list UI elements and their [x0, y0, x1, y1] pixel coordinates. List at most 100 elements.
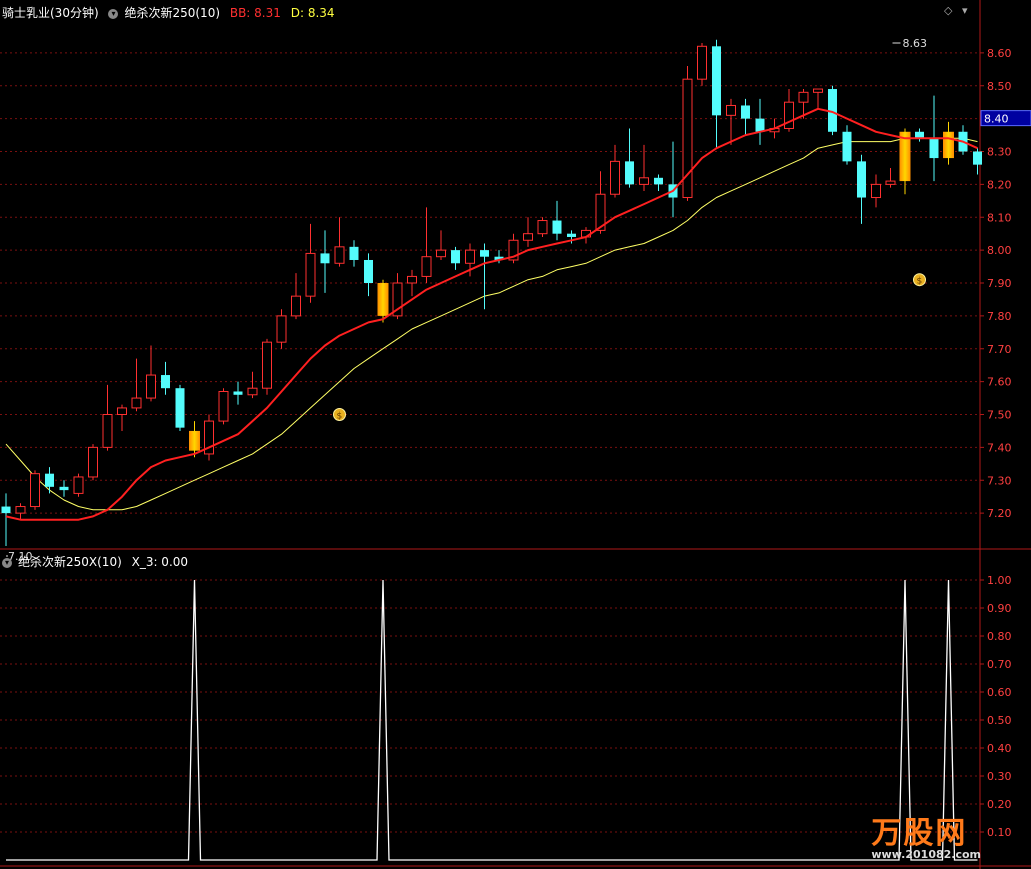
candle-down — [161, 375, 170, 389]
signal-candle — [377, 283, 389, 316]
candle-up — [262, 341, 272, 389]
y-tick-label: 7.80 — [987, 310, 1012, 323]
sub-y-tick-label: 0.10 — [987, 826, 1012, 839]
diamond-icon[interactable]: ◇ — [944, 4, 952, 17]
sub-y-tick-label: 0.20 — [987, 798, 1012, 811]
sub-indicator-name[interactable]: 绝杀次新250X(10) — [18, 555, 122, 569]
candle-up — [15, 506, 26, 514]
candle-down — [552, 220, 562, 234]
logo-url: www.201082.com — [871, 848, 981, 861]
candle-down — [349, 246, 359, 260]
candle-down — [233, 391, 243, 395]
y-tick-label: 7.50 — [987, 409, 1012, 422]
ma-red-line — [5, 107, 978, 521]
candle-up — [146, 374, 156, 399]
y-tick-label: 8.50 — [987, 80, 1012, 93]
y-tick-label: 7.40 — [987, 441, 1012, 454]
y-tick-label: 8.20 — [987, 178, 1012, 191]
candle-up — [682, 78, 693, 199]
sub-y-tick-label: 0.30 — [987, 770, 1012, 783]
candle-up — [813, 88, 823, 93]
candle-down — [712, 46, 721, 116]
candle-down — [625, 161, 634, 185]
sub-y-tick-label: 0.60 — [987, 686, 1012, 699]
collapse-icon[interactable]: ▾ — [2, 557, 12, 568]
candle-down — [451, 250, 460, 264]
candle-down — [973, 151, 982, 165]
d-value: D: 8.34 — [290, 6, 335, 20]
candle-up — [131, 397, 142, 409]
candle-up — [871, 183, 881, 199]
y-tick-label: 8.10 — [987, 211, 1012, 224]
y-tick-label: 7.60 — [987, 376, 1012, 389]
y-tick-label: 7.30 — [987, 474, 1012, 487]
candle-up — [726, 104, 736, 116]
collapse-icon[interactable]: ▾ — [108, 8, 119, 19]
stock-title: 骑士乳业(30分钟) — [2, 6, 99, 20]
candle-down — [175, 388, 185, 428]
y-tick-label: 7.70 — [987, 343, 1012, 356]
money-bag-symbol: $ — [917, 277, 923, 287]
candle-down — [480, 250, 489, 257]
bb-value: BB: 8.31 — [229, 6, 281, 20]
candle-up — [305, 252, 316, 297]
candle-up — [610, 160, 620, 195]
candle-down — [741, 105, 750, 119]
sub-y-tick-label: 0.40 — [987, 742, 1012, 755]
candle-down — [654, 177, 663, 185]
chart-canvas: 8.60 8.50 8.40 8.30 8.20 8.10 8.00 7.90 7.80 7.70… — [0, 0, 1031, 869]
sub-y-tick-label: 0.50 — [987, 714, 1012, 727]
signal-candle — [189, 430, 200, 451]
candle-up — [407, 275, 417, 284]
price-annotation: 8.63 — [903, 37, 928, 50]
candle-up — [247, 387, 258, 396]
candle-up — [102, 414, 113, 448]
candle-up — [276, 315, 287, 343]
sub-y-tick-label: 0.70 — [987, 658, 1012, 671]
candle-down — [320, 253, 330, 264]
candle-up — [885, 180, 896, 185]
candle-down — [755, 118, 765, 132]
candle-down — [567, 233, 576, 237]
sub-y-tick-label: 0.80 — [987, 630, 1012, 643]
candle-up — [537, 220, 548, 235]
ma-yellow-line — [5, 137, 978, 511]
logo: 万股网 www.201082.com — [871, 808, 981, 861]
signal-candle — [943, 131, 954, 159]
candle-down — [45, 473, 54, 487]
candle-up — [117, 407, 127, 415]
sub-y-tick-label: 1.00 — [987, 574, 1012, 587]
candle-down — [1, 506, 11, 514]
candle-down — [857, 161, 866, 198]
y-tick-label: 8.30 — [987, 146, 1012, 159]
main-header: 骑士乳业(30分钟) ▾ 绝杀次新250(10) BB: 8.31 D: 8.34 — [2, 4, 341, 21]
candle-down — [842, 131, 852, 162]
collapse-icon[interactable]: ▾ — [962, 4, 968, 17]
candle-up — [73, 476, 84, 494]
y-tick-label: 8.60 — [987, 47, 1012, 60]
y-tick-label: 7.90 — [987, 277, 1012, 290]
candle-up — [421, 256, 432, 277]
logo-name: 万股网 — [871, 816, 968, 851]
y-tick-label: 8.00 — [987, 244, 1012, 257]
x3-value: X_3: 0.00 — [131, 555, 189, 569]
y-tick-label: 7.20 — [987, 507, 1012, 520]
candle-up — [639, 177, 649, 185]
current-price-label: 8.40 — [984, 113, 1009, 126]
sub-y-tick-label: 0.90 — [987, 602, 1012, 615]
indicator-name[interactable]: 绝杀次新250(10) — [124, 6, 220, 20]
candle-up — [465, 249, 475, 264]
money-bag-symbol: $ — [337, 412, 343, 422]
candle-up — [523, 233, 533, 241]
candle-up — [218, 390, 229, 422]
candle-down — [929, 138, 939, 159]
candle-up — [88, 446, 98, 478]
sub-header: ▾ 绝杀次新250X(10) X_3: 0.00 — [2, 553, 194, 570]
candle-up — [334, 246, 345, 264]
candle-up — [436, 249, 446, 258]
candle-up — [30, 473, 40, 508]
candle-up — [697, 45, 707, 80]
candle-down — [59, 486, 69, 491]
candle-up — [798, 91, 809, 103]
candle-down — [364, 259, 373, 283]
